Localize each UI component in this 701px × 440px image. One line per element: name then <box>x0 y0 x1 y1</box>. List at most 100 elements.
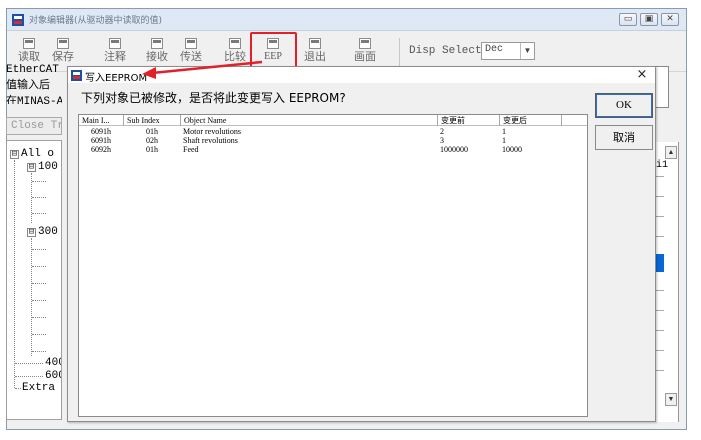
grid-line <box>656 330 664 331</box>
table-row[interactable]: 6091h 01h Motor revolutions 2 1 <box>79 127 587 136</box>
dialog-title: 写入EEPROM <box>85 73 148 84</box>
tree-line <box>15 388 21 389</box>
cell-before: 2 <box>440 127 444 136</box>
grid-line <box>656 310 664 311</box>
tree-item-4000[interactable]: 400 <box>45 357 61 369</box>
column-header-sub-index[interactable]: Sub Index <box>124 115 181 126</box>
comment-label: 注释 <box>104 50 126 63</box>
info-line: 在MINAS-A <box>6 96 62 104</box>
modified-objects-list[interactable]: Main I... Sub Index Object Name 变更前 变更后 … <box>78 114 588 417</box>
column-header-object-name[interactable]: Object Name <box>181 115 438 126</box>
ok-button[interactable]: OK <box>595 93 653 118</box>
cell-sub-index: 01h <box>146 127 158 136</box>
tree-line <box>15 376 43 377</box>
tree-line <box>32 266 46 267</box>
tree-item-3000[interactable]: 300 <box>38 226 58 238</box>
tree-line <box>32 249 46 250</box>
cell-object-name: Motor revolutions <box>183 127 241 136</box>
tree-line <box>32 283 46 284</box>
right-detail-panel <box>655 142 679 422</box>
note-icon <box>109 38 121 49</box>
right-info-box <box>655 66 669 108</box>
cell-object-name: Shaft revolutions <box>183 136 238 145</box>
minimize-button[interactable]: ▭ <box>619 13 637 26</box>
table-row[interactable]: 6091h 02h Shaft revolutions 3 1 <box>79 136 587 145</box>
compare-icon <box>229 38 241 49</box>
tree-item-extra[interactable]: Extra <box>22 382 55 394</box>
grid-line <box>656 350 664 351</box>
grid-line <box>656 370 664 371</box>
table-row[interactable]: 6092h 01h Feed 1000000 10000 <box>79 145 587 154</box>
read-label: 读取 <box>18 50 40 63</box>
screen-icon <box>359 38 371 49</box>
disp-select-value: Dec <box>485 44 504 55</box>
disp-select-dropdown[interactable]: Dec ▼ <box>481 42 535 60</box>
info-line: EtherCAT <box>6 64 59 76</box>
column-header-before[interactable]: 变更前 <box>438 115 500 126</box>
grid-line <box>656 290 664 291</box>
tree-line <box>32 317 46 318</box>
window-title: 对象编辑器(从驱动器中读取的值) <box>29 16 163 26</box>
column-header-main-index[interactable]: Main I... <box>79 115 124 126</box>
selection-marker <box>656 254 664 272</box>
close-icon[interactable]: × <box>633 68 651 82</box>
tree-line <box>32 197 46 198</box>
cell-main-index: 6091h <box>91 136 111 145</box>
close-button[interactable]: ✕ <box>661 13 679 26</box>
screen-button[interactable]: 画面 <box>347 36 383 70</box>
scroll-up-icon[interactable]: ▲ <box>665 146 677 159</box>
comment-button[interactable]: 注释 <box>97 36 133 70</box>
app-icon <box>12 14 24 26</box>
cell-sub-index: 01h <box>146 145 158 154</box>
app-icon <box>71 70 82 81</box>
tree-line <box>15 363 43 364</box>
title-bar: 对象编辑器(从驱动器中读取的值) ▭ ▣ ✕ <box>7 9 686 31</box>
cell-before: 3 <box>440 136 444 145</box>
scroll-down-icon[interactable]: ▼ <box>665 393 677 406</box>
maximize-button[interactable]: ▣ <box>640 13 658 26</box>
toolbar-separator <box>399 38 400 66</box>
cell-before: 1000000 <box>440 145 468 154</box>
cell-after: 10000 <box>502 145 522 154</box>
write-eeprom-dialog: 写入EEPROM × 下列对象已被修改，是否将此变更写入 EEPROM? OK … <box>67 66 656 422</box>
cell-after: 1 <box>502 136 506 145</box>
tree-item-6000[interactable]: 600 <box>45 370 61 382</box>
cell-main-index: 6092h <box>91 145 111 154</box>
dialog-message: 下列对象已被修改，是否将此变更写入 EEPROM? <box>81 91 346 105</box>
close-tree-button[interactable]: Close Tr <box>6 117 62 135</box>
info-line: 值输入后 <box>6 80 50 92</box>
grid-line <box>656 216 664 217</box>
grid-line <box>656 176 664 177</box>
close-tree-label: Close Tr <box>11 120 62 132</box>
list-header: Main I... Sub Index Object Name 变更前 变更后 <box>79 115 587 126</box>
annotation-arrow-icon <box>142 60 263 79</box>
collapse-icon[interactable]: ⊟ <box>27 228 36 237</box>
screen-label: 画面 <box>354 50 376 63</box>
collapse-icon[interactable]: ⊟ <box>10 150 19 159</box>
send-icon <box>185 38 197 49</box>
save-label: 保存 <box>52 50 74 63</box>
exit-icon <box>309 38 321 49</box>
object-tree[interactable]: ⊟ All o ⊟ 100 ⊟ 300 400 600 Extra <box>6 140 62 420</box>
tree-item-all[interactable]: All o <box>21 148 54 160</box>
collapse-icon[interactable]: ⊟ <box>27 163 36 172</box>
cell-after: 1 <box>502 127 506 136</box>
save-icon <box>23 38 35 49</box>
save-icon <box>57 38 69 49</box>
chevron-down-icon[interactable]: ▼ <box>520 43 534 59</box>
exit-button[interactable]: 退出 <box>297 36 333 70</box>
receive-icon <box>151 38 163 49</box>
tree-line <box>14 160 15 388</box>
cancel-button[interactable]: 取消 <box>595 125 653 150</box>
disp-select-label: Disp Select <box>409 45 482 57</box>
cell-object-name: Feed <box>183 145 199 154</box>
grid-line <box>656 196 664 197</box>
cell-main-index: 6091h <box>91 127 111 136</box>
column-header-after[interactable]: 变更后 <box>500 115 562 126</box>
tree-item-1000[interactable]: 100 <box>38 161 58 173</box>
tree-line <box>31 238 32 356</box>
tree-line <box>32 181 46 182</box>
cell-sub-index: 02h <box>146 136 158 145</box>
info-text: EtherCAT 值输入后 在MINAS-A <box>6 64 62 104</box>
tree-line <box>32 334 46 335</box>
